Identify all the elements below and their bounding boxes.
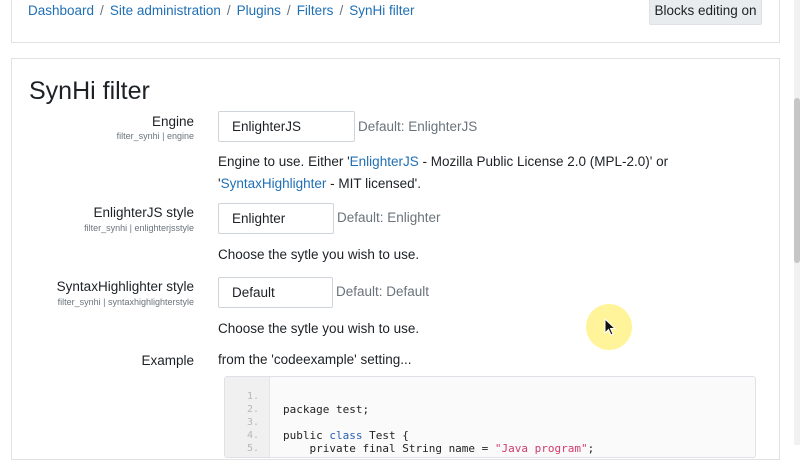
code-line: 2.	[225, 390, 259, 415]
code-token: Test {	[362, 429, 409, 442]
syntaxhighlighter-style-select[interactable]: Default	[218, 277, 333, 308]
breadcrumb-separator: /	[100, 3, 104, 18]
engine-label: Engine	[151, 114, 194, 129]
enlighterjs-style-setting-id: filter_synhi | enlighterjsstyle	[84, 223, 194, 233]
breadcrumb-separator: /	[339, 3, 344, 18]
syntaxhighlighter-style-description: Choose the sytle you wish to use.	[218, 321, 420, 336]
code-example-block: 1. package test; 2. 3. public class Test…	[224, 376, 756, 458]
example-description: from the 'codeexample' setting...	[218, 352, 412, 367]
code-line: 4. private final String name = "Java pro…	[225, 416, 594, 455]
page-title: SynHi filter	[29, 77, 150, 105]
mouse-cursor-icon	[604, 318, 616, 336]
engine-setting-id: filter_synhi | engine	[116, 131, 194, 141]
breadcrumb-site-administration-link[interactable]: Site administration	[110, 3, 221, 18]
syntaxhighlighter-style-label: SyntaxHighlighter style	[56, 279, 194, 294]
code-text: private final String name = "Java progra…	[283, 442, 594, 455]
syntaxhighlighter-link[interactable]: SyntaxHighlighter	[221, 176, 327, 191]
enlighterjs-link[interactable]: EnlighterJS	[350, 154, 419, 169]
breadcrumb-plugins-link[interactable]: Plugins	[237, 3, 281, 18]
engine-default: Default: EnlighterJS	[358, 119, 478, 134]
engine-select[interactable]: EnlighterJS	[218, 111, 355, 142]
breadcrumb-dashboard-link[interactable]: Dashboard	[28, 3, 94, 18]
code-keyword: class	[329, 429, 363, 442]
code-string: "Java program"	[494, 442, 588, 455]
breadcrumb-separator: /	[226, 3, 231, 18]
enlighterjs-style-select[interactable]: Enlighter	[218, 203, 334, 234]
breadcrumb: Dashboard / Site administration / Plugins / Fi…	[28, 3, 414, 19]
enlighterjs-style-description: Choose the sytle you wish to use.	[218, 247, 420, 262]
code-text: package test;	[283, 403, 370, 416]
engine-description-text: Engine to use. Either '	[218, 154, 350, 169]
syntaxhighlighter-style-default: Default: Default	[336, 284, 430, 299]
code-line: 3. public class Test {	[225, 403, 409, 442]
code-text: public class Test {	[283, 429, 409, 442]
syntaxhighlighter-style-setting-id: filter_synhi | syntaxhighlighterstyle	[57, 297, 194, 307]
engine-description: Engine to use. Either 'EnlighterJS - Moz…	[218, 151, 768, 195]
page-scrollbar-thumb[interactable]	[794, 98, 800, 263]
engine-description-text: - MIT licensed'.	[326, 176, 421, 191]
code-line: 5.	[225, 429, 259, 454]
enlighterjs-style-label: EnlighterJS style	[93, 205, 194, 220]
code-token: ;	[587, 442, 595, 455]
code-token: public	[283, 429, 330, 442]
breadcrumb-filters-link[interactable]: Filters	[297, 3, 334, 18]
code-line: 1. package test;	[225, 377, 369, 416]
line-number: 5.	[246, 443, 259, 454]
example-label: Example	[141, 353, 194, 368]
code-token: private final String name =	[283, 442, 495, 455]
enlighterjs-style-default: Default: Enlighter	[337, 210, 441, 225]
blocks-editing-button[interactable]: Blocks editing on	[649, 0, 762, 25]
breadcrumb-separator: /	[286, 3, 291, 18]
breadcrumb-synhi-filter-link[interactable]: SynHi filter	[349, 3, 414, 18]
